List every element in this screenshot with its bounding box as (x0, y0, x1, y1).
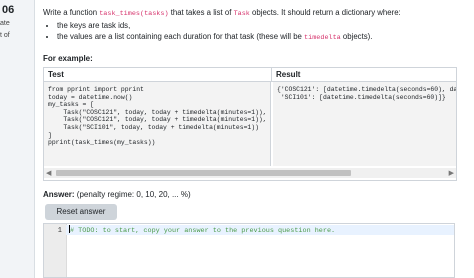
result-code-cell: {'COSC121': [datetime.timedelta(seconds=… (273, 82, 456, 166)
answer-header: Answer: (penalty regime: 0, 10, 20, ... … (43, 190, 191, 199)
test-code-cell: from pprint import pprint today = dateti… (44, 82, 271, 166)
scroll-left-arrow-icon[interactable]: ◀ (46, 169, 51, 177)
horizontal-scrollbar[interactable]: ◀ ▶ (44, 168, 456, 178)
reset-answer-button[interactable]: Reset answer (45, 204, 117, 220)
requirements-list: the keys are task ids, the values are a … (43, 20, 372, 44)
example-heading: For example: (43, 54, 93, 63)
scroll-right-arrow-icon[interactable]: ▶ (449, 169, 454, 177)
timedelta-code: timedelta (304, 34, 341, 42)
requirement-text: objects). (340, 32, 373, 41)
function-name-code: task_times(tasks) (99, 10, 169, 18)
column-header-test: Test (44, 68, 272, 82)
requirement-item: the keys are task ids, (57, 20, 372, 31)
intro-text: objects. It should return a dictionary w… (249, 8, 401, 17)
question-info-text: t of (0, 32, 10, 39)
scrollbar-thumb[interactable] (56, 170, 351, 176)
code-comment: # TODO: to start, copy your answer to th… (70, 227, 336, 235)
answer-code-editor[interactable]: 1 # TODO: to start, copy your answer to … (43, 223, 455, 278)
code-line[interactable]: # TODO: to start, copy your answer to th… (66, 225, 454, 235)
question-intro: Write a function task_times(tasks) that … (43, 8, 401, 19)
example-table: Test Result from pprint import pprint to… (43, 67, 457, 181)
requirement-item: the values are a list containing each du… (57, 31, 372, 44)
intro-text: Write a function (43, 8, 100, 17)
intro-text: that takes a list of (168, 8, 234, 17)
column-header-result: Result (272, 68, 456, 82)
question-info-panel: 06 ate t of (0, 0, 35, 278)
class-name-code: Task (233, 10, 250, 18)
line-number: 1 (57, 227, 62, 235)
question-number: 06 (2, 4, 15, 16)
answer-label: Answer: (43, 190, 75, 199)
requirement-text: the values are a list containing each du… (57, 32, 305, 41)
question-content: Write a function task_times(tasks) that … (43, 0, 474, 278)
line-number-gutter: 1 (44, 224, 67, 277)
question-info-text: ate (0, 20, 10, 27)
penalty-regime: (penalty regime: 0, 10, 20, ... %) (76, 190, 191, 199)
